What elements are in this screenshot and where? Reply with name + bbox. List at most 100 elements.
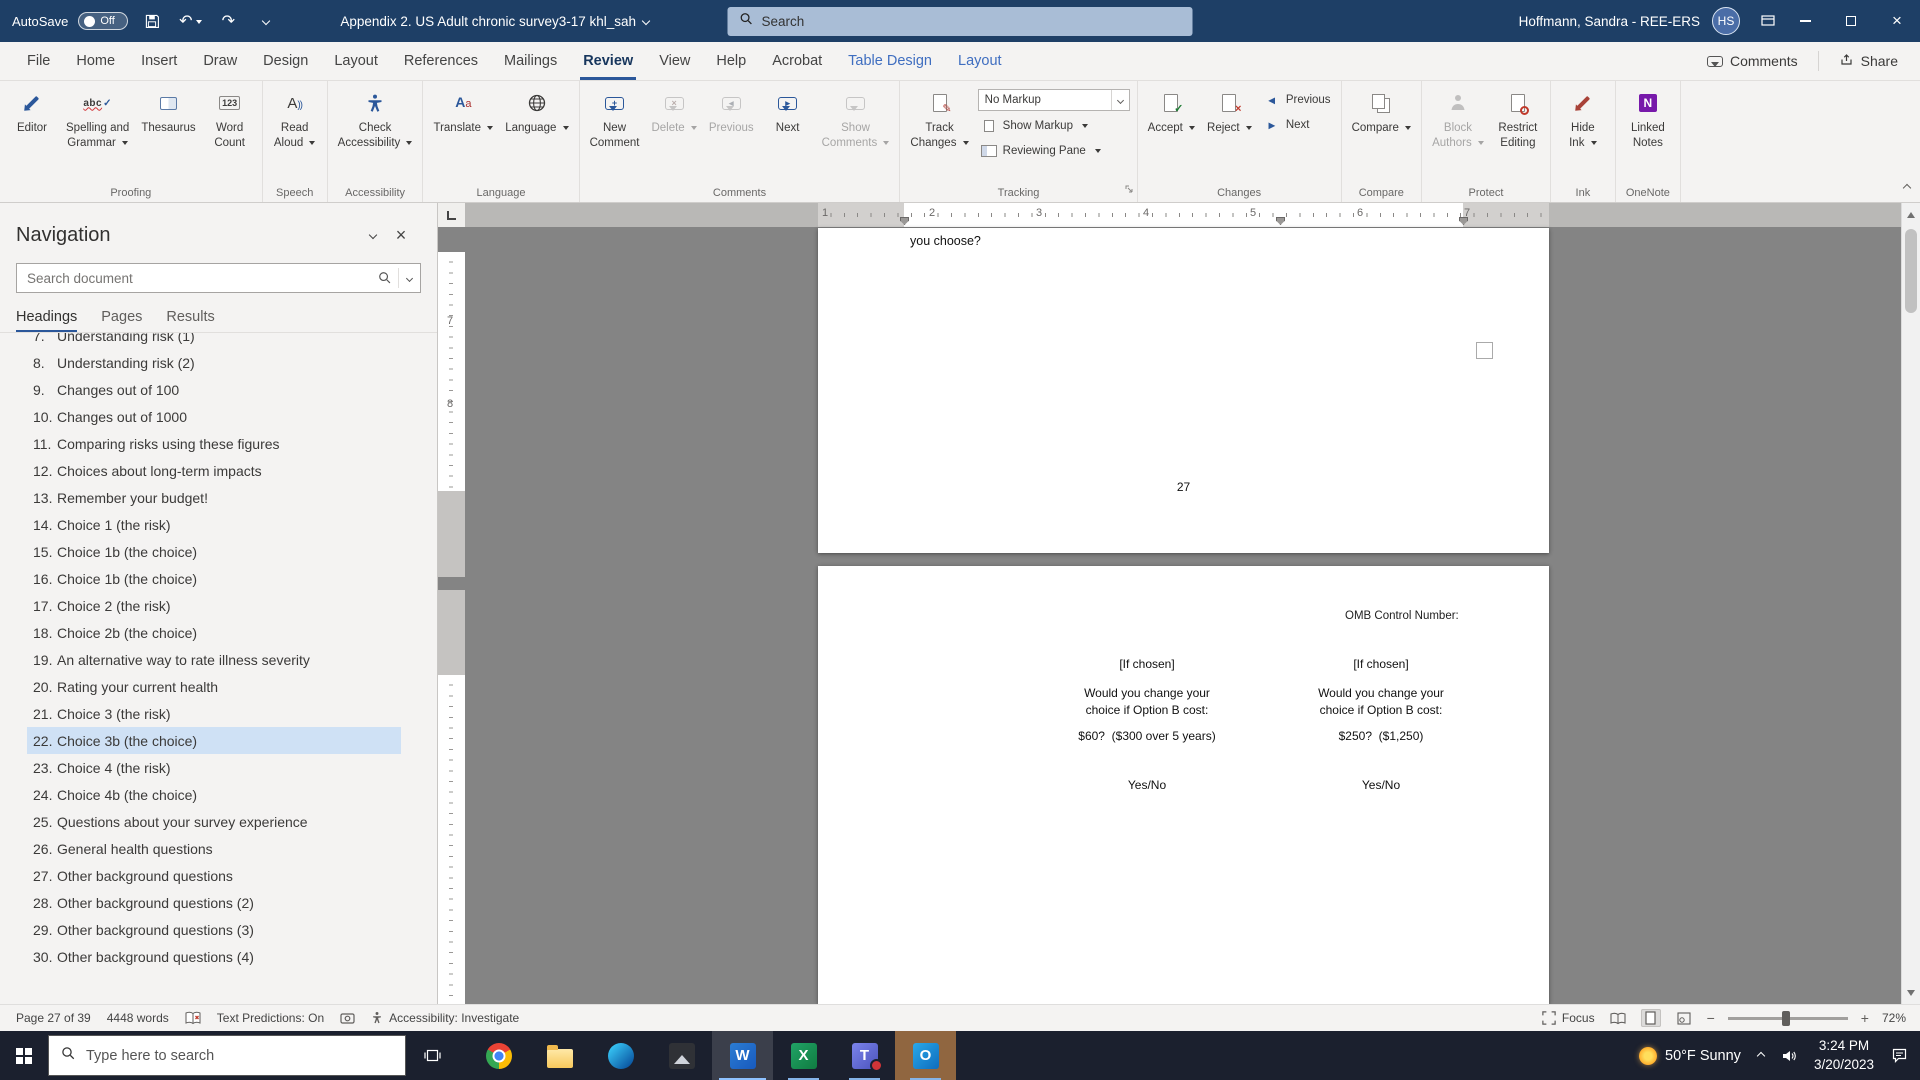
autosave-toggle[interactable]: Off: [78, 12, 128, 30]
heading-item-14[interactable]: 14.Choice 1 (the risk): [27, 511, 401, 538]
spelling-and-grammar-button[interactable]: abc✓Spelling andGrammar: [60, 83, 135, 179]
task-view-button[interactable]: [406, 1031, 458, 1080]
tab-headings[interactable]: Headings: [16, 309, 77, 332]
heading-item-28[interactable]: 28.Other background questions (2): [27, 889, 401, 916]
scroll-up-button[interactable]: [1902, 205, 1920, 223]
speaker-icon[interactable]: [1781, 1048, 1797, 1064]
ribbon-display-options-button[interactable]: [1754, 7, 1782, 35]
heading-item-23[interactable]: 23.Choice 4 (the risk): [27, 754, 401, 781]
heading-item-24[interactable]: 24.Choice 4b (the choice): [27, 781, 401, 808]
tab-acrobat[interactable]: Acrobat: [759, 42, 835, 80]
horizontal-ruler[interactable]: 1234567: [465, 203, 1901, 227]
dialog-launcher-icon[interactable]: [1125, 181, 1134, 199]
user-avatar[interactable]: HS: [1712, 7, 1740, 35]
show-hidden-icons-button[interactable]: [1758, 1053, 1764, 1059]
document-search-input[interactable]: [17, 271, 372, 286]
scrollbar-thumb[interactable]: [1905, 229, 1917, 313]
hide-ink-button[interactable]: HideInk: [1555, 83, 1611, 179]
accessibility-indicator[interactable]: Accessibility: Investigate: [371, 1011, 519, 1025]
document-page-28[interactable]: OMB Control Number: [If chosen] Would yo…: [818, 566, 1549, 1004]
thesaurus-button[interactable]: Thesaurus: [135, 83, 201, 179]
new-comment-button[interactable]: +NewComment: [584, 83, 646, 179]
word-count-button[interactable]: 123WordCount: [202, 83, 258, 179]
print-layout-button[interactable]: [1641, 1009, 1661, 1027]
tab-results[interactable]: Results: [166, 309, 214, 332]
tab-view[interactable]: View: [646, 42, 703, 80]
weather-widget[interactable]: 50°F Sunny: [1639, 1047, 1741, 1065]
heading-item-8[interactable]: 8.Understanding risk (2): [27, 349, 401, 376]
document-page-27[interactable]: you choose? 27: [818, 228, 1549, 553]
tab-help[interactable]: Help: [703, 42, 759, 80]
tab-design[interactable]: Design: [250, 42, 321, 80]
comments-button[interactable]: Comments: [1707, 53, 1798, 69]
tab-home[interactable]: Home: [63, 42, 128, 80]
previous-button[interactable]: ◂Previous: [1261, 89, 1334, 110]
text-predictions-indicator[interactable]: Text Predictions: On: [217, 1011, 324, 1025]
tab-table-design[interactable]: Table Design: [835, 42, 945, 80]
reviewing-pane-button[interactable]: Reviewing Pane: [978, 140, 1130, 161]
heading-item-13[interactable]: 13.Remember your budget!: [27, 484, 401, 511]
checkbox[interactable]: [1476, 342, 1493, 359]
heading-item-10[interactable]: 10.Changes out of 1000: [27, 403, 401, 430]
word-count-indicator[interactable]: 4448 words: [107, 1011, 169, 1025]
save-button[interactable]: [138, 7, 166, 35]
tab-pages[interactable]: Pages: [101, 309, 142, 332]
track-changes-button[interactable]: ✎TrackChanges: [904, 83, 974, 179]
teams-taskbar-button[interactable]: T: [834, 1031, 895, 1080]
heading-item-29[interactable]: 29.Other background questions (3): [27, 916, 401, 943]
display-for-review-select[interactable]: No Markup: [978, 89, 1130, 111]
zoom-in-button[interactable]: +: [1861, 1010, 1869, 1026]
language-button[interactable]: Language: [499, 83, 574, 179]
photos-taskbar-button[interactable]: [651, 1031, 712, 1080]
camera-icon[interactable]: [340, 1012, 355, 1024]
edge-taskbar-button[interactable]: [590, 1031, 651, 1080]
tab-references[interactable]: References: [391, 42, 491, 80]
excel-taskbar-button[interactable]: X: [773, 1031, 834, 1080]
search-options-caret[interactable]: [398, 268, 420, 288]
table-column-marker[interactable]: [1276, 217, 1285, 225]
heading-item-16[interactable]: 16.Choice 1b (the choice): [27, 565, 401, 592]
file-explorer-taskbar-button[interactable]: [529, 1031, 590, 1080]
read-mode-button[interactable]: [1608, 1009, 1628, 1027]
restrict-editing-button[interactable]: RestrictEditing: [1490, 83, 1546, 179]
editor-button[interactable]: Editor: [4, 83, 60, 179]
close-button[interactable]: ×: [1874, 0, 1920, 42]
zoom-out-button[interactable]: −: [1707, 1010, 1715, 1026]
compare-button[interactable]: Compare: [1346, 83, 1418, 179]
zoom-slider-thumb[interactable]: [1782, 1011, 1790, 1026]
word-taskbar-button[interactable]: W: [712, 1031, 773, 1080]
navigation-options-button[interactable]: [359, 223, 387, 247]
linked-notes-button[interactable]: NLinkedNotes: [1620, 83, 1676, 179]
document-scrollbar[interactable]: [1901, 203, 1920, 1004]
redo-button[interactable]: ↷: [214, 7, 242, 35]
tab-mailings[interactable]: Mailings: [491, 42, 570, 80]
outlook-taskbar-button[interactable]: O: [895, 1031, 956, 1080]
heading-item-22[interactable]: 22.Choice 3b (the choice): [27, 727, 401, 754]
document-title[interactable]: Appendix 2. US Adult chronic survey3-17 …: [340, 14, 649, 29]
titlebar-search-input[interactable]: [762, 14, 1181, 29]
next-button[interactable]: ▸Next: [760, 83, 816, 179]
heading-item-30[interactable]: 30.Other background questions (4): [27, 943, 401, 970]
share-button[interactable]: Share: [1839, 52, 1898, 70]
tab-insert[interactable]: Insert: [128, 42, 190, 80]
action-center-button[interactable]: [1891, 1047, 1908, 1064]
clock[interactable]: 3:24 PM 3/20/2023: [1814, 1037, 1874, 1073]
tab-file[interactable]: File: [14, 42, 63, 80]
heading-item-17[interactable]: 17.Choice 2 (the risk): [27, 592, 401, 619]
zoom-slider[interactable]: [1728, 1017, 1848, 1020]
heading-item-9[interactable]: 9.Changes out of 100: [27, 376, 401, 403]
tab-layout[interactable]: Layout: [321, 42, 391, 80]
heading-item-19[interactable]: 19.An alternative way to rate illness se…: [27, 646, 401, 673]
tab-draw[interactable]: Draw: [190, 42, 250, 80]
titlebar-search-box[interactable]: [728, 7, 1193, 36]
undo-button[interactable]: ↶: [176, 7, 204, 35]
heading-item-18[interactable]: 18.Choice 2b (the choice): [27, 619, 401, 646]
heading-item-27[interactable]: 27.Other background questions: [27, 862, 401, 889]
heading-item-20[interactable]: 20.Rating your current health: [27, 673, 401, 700]
chrome-taskbar-button[interactable]: [468, 1031, 529, 1080]
scroll-down-button[interactable]: [1902, 984, 1920, 1002]
translate-button[interactable]: AaTranslate: [427, 83, 499, 179]
proofing-errors-icon[interactable]: [185, 1011, 201, 1025]
zoom-level[interactable]: 72%: [1882, 1011, 1906, 1025]
next-button[interactable]: ▸Next: [1261, 114, 1334, 135]
